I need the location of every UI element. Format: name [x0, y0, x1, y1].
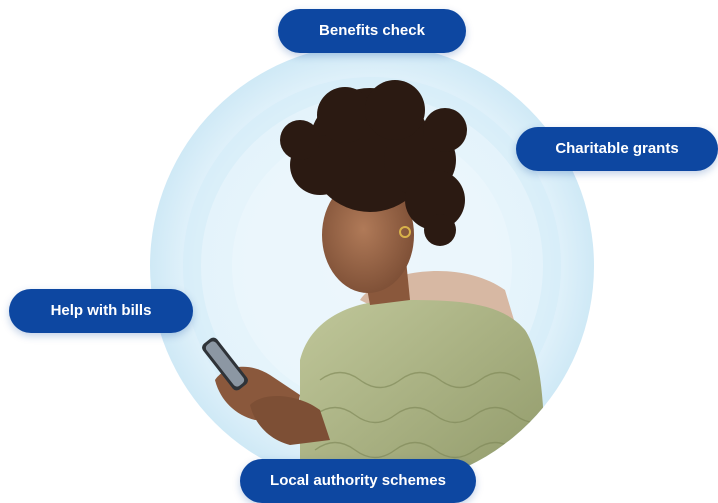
- benefits-check-button[interactable]: Benefits check: [278, 9, 466, 53]
- charitable-grants-button[interactable]: Charitable grants: [516, 127, 718, 171]
- help-with-bills-button[interactable]: Help with bills: [9, 289, 193, 333]
- local-authority-schemes-button[interactable]: Local authority schemes: [240, 459, 476, 503]
- concentric-rings: [150, 44, 594, 488]
- promo-graphic: Benefits check Charitable grants Help wi…: [0, 0, 718, 503]
